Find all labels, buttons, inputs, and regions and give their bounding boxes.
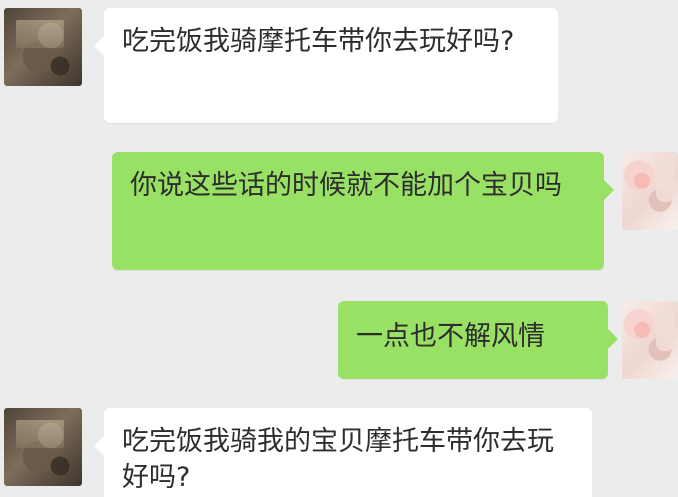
right-user-avatar[interactable] [622,152,678,230]
message-text: 一点也不解风情 [356,321,545,352]
chat-conversation: 吃完饭我骑摩托车带你去玩好吗? 你说这些话的时候就不能加个宝贝吗 一点也不解风情… [0,0,678,497]
message-text: 吃完饭我骑摩托车带你去玩好吗? [122,26,515,57]
message-text: 你说这些话的时候就不能加个宝贝吗 [130,170,562,201]
outgoing-message-bubble[interactable]: 你说这些话的时候就不能加个宝贝吗 [112,152,614,270]
left-user-avatar[interactable] [4,408,82,486]
outgoing-message-bubble[interactable]: 一点也不解风情 [338,301,618,379]
message-text: 吃完饭我骑我的宝贝摩托车带你去玩好吗? [122,426,554,494]
incoming-message-bubble[interactable]: 吃完饭我骑我的宝贝摩托车带你去玩好吗? [94,408,592,497]
right-user-avatar[interactable] [622,301,678,379]
left-user-avatar[interactable] [4,8,82,86]
incoming-message-bubble[interactable]: 吃完饭我骑摩托车带你去玩好吗? [94,8,558,123]
